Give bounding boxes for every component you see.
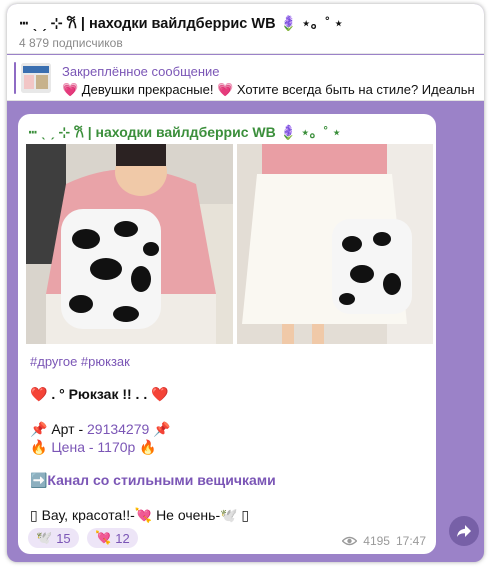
channel-link[interactable]: ➡️Канал со стильными вещичками bbox=[30, 472, 276, 489]
article-suffix: 📌 bbox=[149, 421, 171, 437]
hashtags[interactable]: #другое #рюкзак bbox=[30, 354, 130, 369]
share-button[interactable] bbox=[449, 516, 479, 546]
photo-left[interactable] bbox=[26, 144, 233, 344]
message-bubble[interactable]: ⵈ ˎ ˏ ⊹ 𐙚 | находки вайлдберрис WB 🪻 ⋆。˚… bbox=[18, 114, 436, 554]
reaction-emoji: 🕊️ bbox=[36, 530, 53, 545]
channel-title[interactable]: ⵈ ˎ ˏ ⊹ 𐙚 | находки вайлдберрис WB 🪻 ⋆。˚… bbox=[19, 12, 343, 33]
article-number[interactable]: 29134279 bbox=[87, 421, 149, 437]
pinned-label: Закреплённое сообщение bbox=[62, 64, 220, 79]
channel-header[interactable]: ⵈ ˎ ˏ ⊹ 𐙚 | находки вайлдберрис WB 🪻 ⋆。˚… bbox=[7, 4, 484, 54]
message-meta: 4195 17:47 bbox=[342, 534, 426, 548]
share-arrow-icon bbox=[457, 525, 471, 537]
reaction-emoji: 💘 bbox=[95, 530, 112, 545]
reaction-count: 12 bbox=[115, 530, 130, 546]
product-title: ❤️ . ° Рюкзак !! . . ❤️ bbox=[30, 386, 169, 402]
photo-right[interactable] bbox=[237, 144, 433, 344]
chat-window: ⵈ ˎ ˏ ⊹ 𐙚 | находки вайлдберрис WB 🪻 ⋆。˚… bbox=[7, 4, 484, 562]
pinned-thumbnail bbox=[21, 63, 51, 93]
article-line: 📌 Арт - 29134279 📌 bbox=[30, 421, 171, 438]
pinned-message-bar[interactable]: Закреплённое сообщение 💗 Девушки прекрас… bbox=[7, 55, 484, 101]
article-prefix: 📌 Арт - bbox=[30, 421, 87, 437]
reaction-chip-heart[interactable]: 💘 12 bbox=[87, 528, 138, 548]
message-time: 17:47 bbox=[395, 534, 426, 548]
reaction-chip-dove[interactable]: 🕊️ 15 bbox=[28, 528, 79, 548]
reaction-legend: ▯ Вау, красота!!-💘 Не очень-🕊️ ▯ bbox=[30, 507, 250, 523]
reaction-count: 15 bbox=[56, 530, 71, 546]
price-line: 🔥 Цена - 1170р 🔥 bbox=[30, 439, 157, 455]
subscriber-count: 4 879 подписчиков bbox=[19, 36, 123, 50]
view-count: 4195 bbox=[363, 534, 390, 548]
pinned-text: 💗 Девушки прекрасные! 💗 Хотите всегда бы… bbox=[62, 82, 475, 97]
message-author[interactable]: ⵈ ˎ ˏ ⊹ 𐙚 | находки вайлдберрис WB 🪻 ⋆。˚… bbox=[28, 122, 341, 142]
reactions-bar: 🕊️ 15 💘 12 bbox=[28, 528, 142, 548]
pinned-indicator bbox=[14, 62, 16, 94]
eye-icon bbox=[342, 536, 358, 546]
